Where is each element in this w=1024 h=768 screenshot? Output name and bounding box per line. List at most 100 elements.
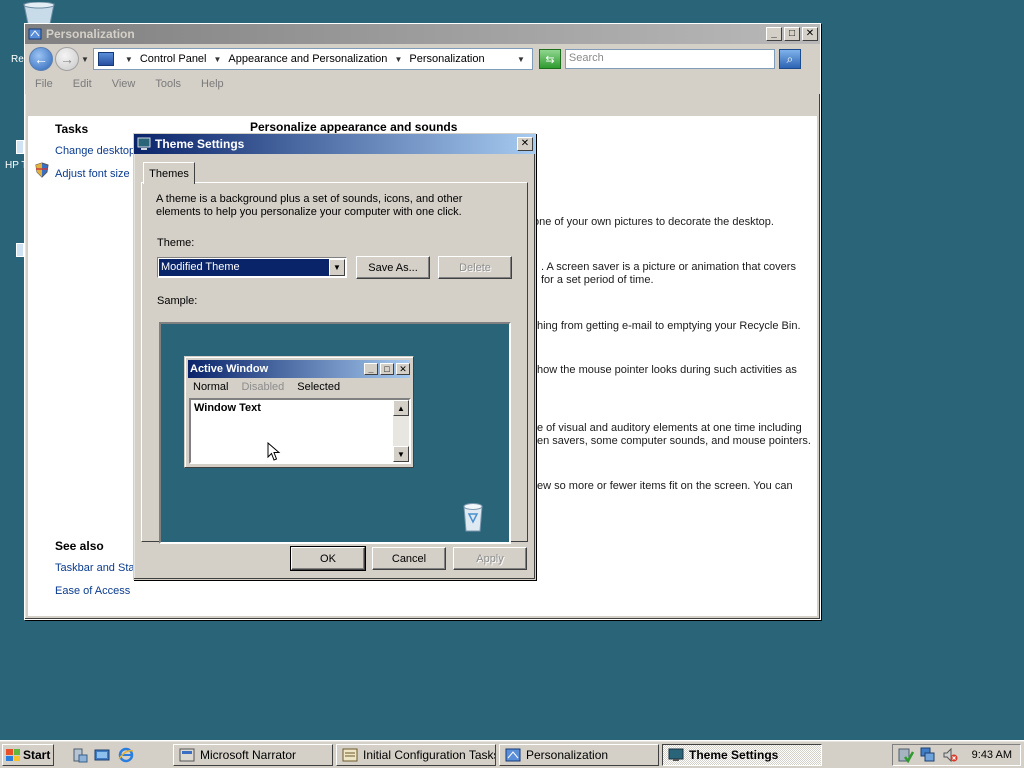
scroll-up-icon: ▲	[393, 400, 409, 416]
menu-tools[interactable]: Tools	[155, 78, 181, 90]
theme-sample-preview: Active Window _ □ ✕ Normal Disabled Sele…	[159, 322, 511, 544]
sample-menu-normal: Normal	[193, 381, 229, 393]
system-tray: 9:43 AM	[892, 744, 1021, 766]
menu-view[interactable]: View	[112, 78, 136, 90]
search-input[interactable]: Search	[564, 49, 775, 69]
clock[interactable]: 9:43 AM	[972, 749, 1012, 761]
description-text: for a set period of time.	[541, 274, 654, 286]
menu-help[interactable]: Help	[201, 78, 224, 90]
internet-explorer-icon[interactable]	[118, 747, 134, 763]
desktop-icon-label: Re	[11, 54, 24, 65]
start-label: Start	[23, 748, 51, 762]
forward-button[interactable]: →	[55, 47, 79, 71]
ok-button[interactable]: OK	[290, 546, 366, 571]
security-check-icon[interactable]	[898, 747, 914, 763]
control-panel-icon	[505, 748, 521, 762]
chevron-right-icon[interactable]: ▼	[214, 55, 222, 64]
description-text: one of your own pictures to decorate the…	[533, 216, 774, 228]
chevron-down-icon[interactable]: ▼	[329, 259, 345, 276]
control-panel-icon	[97, 52, 114, 66]
taskbar: Start Microsoft Narrator Initial Configu…	[0, 740, 1024, 768]
description-text: hing from getting e-mail to emptying you…	[537, 320, 801, 332]
menu-file[interactable]: File	[35, 78, 53, 90]
description-text: e of visual and auditory elements at one…	[537, 422, 802, 434]
sample-menu: Normal Disabled Selected	[193, 381, 340, 393]
recycle-bin-icon	[463, 503, 483, 532]
address-dropdown-icon[interactable]: ▼	[517, 55, 525, 64]
theme-settings-titlebar[interactable]: Theme Settings ✕	[134, 134, 535, 154]
theme-settings-dialog: Theme Settings ✕ Themes A theme is a bac…	[133, 133, 536, 580]
sample-label: Sample:	[157, 295, 198, 307]
network-icon[interactable]	[920, 747, 936, 763]
sample-maximize-icon: □	[380, 363, 394, 375]
window-title: Personalization	[46, 27, 135, 41]
page-heading: Personalize appearance and sounds	[250, 120, 458, 134]
breadcrumb-item[interactable]: Personalization	[409, 53, 484, 65]
sample-window-title: Active Window	[190, 363, 269, 375]
chevron-right-icon[interactable]: ▼	[125, 55, 133, 64]
recycle-bin-icon[interactable]	[20, 2, 58, 24]
sample-close-icon: ✕	[396, 363, 410, 375]
scroll-down-icon: ▼	[393, 446, 409, 462]
link-taskbar[interactable]: Taskbar and Sta	[55, 562, 135, 574]
close-button[interactable]: ✕	[517, 137, 533, 151]
breadcrumb-item[interactable]: Appearance and Personalization	[228, 53, 387, 65]
description-text: ew so more or fewer items fit on the scr…	[537, 480, 793, 492]
volume-muted-icon[interactable]	[942, 747, 958, 763]
recent-pages-dropdown-icon[interactable]: ▼	[81, 55, 89, 64]
mouse-pointer-icon	[267, 442, 281, 461]
theme-select-value: Modified Theme	[159, 259, 329, 276]
search-button[interactable]: ⌕	[778, 49, 801, 69]
delete-button[interactable]: Delete	[438, 256, 512, 279]
narrator-icon	[179, 748, 195, 762]
tab-themes[interactable]: Themes	[143, 162, 195, 184]
sample-window-titlebar: Active Window _ □ ✕	[188, 360, 410, 378]
breadcrumb-item[interactable]: Control Panel	[140, 53, 207, 65]
sample-text-area: Window Text ▲ ▼	[189, 398, 411, 464]
apply-button[interactable]: Apply	[453, 547, 527, 570]
tab-control: Themes A theme is a background plus a se…	[141, 160, 528, 544]
taskbar-item-theme-settings[interactable]: Theme Settings	[662, 744, 822, 766]
desktop-icon[interactable]	[16, 243, 24, 257]
taskbar-item-narrator[interactable]: Microsoft Narrator	[173, 744, 333, 766]
taskbar-item-label: Personalization	[526, 748, 609, 762]
control-panel-icon	[28, 28, 42, 40]
taskbar-item-label: Microsoft Narrator	[200, 748, 297, 762]
see-also-heading: See also	[55, 539, 104, 553]
windows-logo-icon	[6, 749, 20, 761]
menu-edit[interactable]: Edit	[73, 78, 92, 90]
close-button[interactable]: ✕	[802, 27, 818, 41]
tasks-heading: Tasks	[55, 122, 89, 136]
theme-description: A theme is a background plus a set of so…	[156, 193, 463, 218]
taskbar-item-initial-configuration[interactable]: Initial Configuration Tasks	[336, 744, 496, 766]
link-ease-of-access[interactable]: Ease of Access	[55, 585, 130, 597]
display-properties-icon	[137, 137, 151, 150]
maximize-button[interactable]: □	[784, 27, 800, 41]
start-button[interactable]: Start	[2, 744, 54, 766]
personalization-titlebar[interactable]: Personalization _ □ ✕	[25, 24, 820, 44]
sample-scrollbar: ▲ ▼	[393, 400, 409, 462]
minimize-button[interactable]: _	[766, 27, 782, 41]
description-text: how the mouse pointer looks during such …	[537, 364, 797, 376]
cancel-button[interactable]: Cancel	[372, 547, 446, 570]
taskbar-item-personalization[interactable]: Personalization	[499, 744, 659, 766]
address-bar[interactable]: ▼ Control Panel ▼ Appearance and Persona…	[92, 48, 533, 70]
task-change-desktop[interactable]: Change desktop	[55, 145, 135, 157]
sample-minimize-icon: _	[364, 363, 378, 375]
server-manager-icon[interactable]	[72, 747, 88, 763]
refresh-button[interactable]: ⇆	[538, 49, 561, 69]
configuration-tasks-icon	[342, 748, 358, 762]
desktop-icon[interactable]	[16, 140, 24, 154]
back-button[interactable]: ←	[29, 47, 53, 71]
display-properties-icon	[668, 748, 684, 761]
theme-select[interactable]: Modified Theme ▼	[157, 257, 347, 278]
themes-panel: A theme is a background plus a set of so…	[141, 182, 528, 544]
taskbar-item-label: Initial Configuration Tasks	[363, 748, 496, 762]
show-desktop-icon[interactable]	[94, 747, 110, 763]
task-adjust-font-size[interactable]: Adjust font size	[55, 168, 130, 180]
chevron-right-icon[interactable]: ▼	[394, 55, 402, 64]
menu-bar: File Edit View Tools Help	[25, 74, 820, 94]
sample-menu-selected: Selected	[297, 381, 341, 393]
description-text: . A screen saver is a picture or animati…	[541, 261, 796, 273]
save-as-button[interactable]: Save As...	[356, 256, 430, 279]
